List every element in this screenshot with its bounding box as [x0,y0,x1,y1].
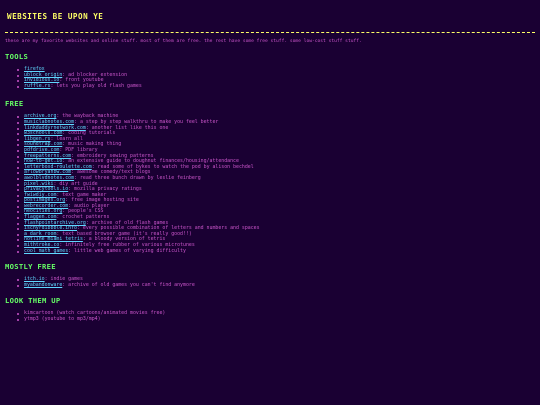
page: WEBSITES BE UPON YE these are my favorit… [0,0,540,323]
list-item: ruffle.rs: lets you play old flash games [17,82,535,90]
link-description: : little web games of varying difficulty [68,247,186,254]
page-title: WEBSITES BE UPON YE [7,12,104,21]
link-cool-math-games[interactable]: cool math games [24,248,68,254]
section-heading-mostly-free: MOSTLY FREE [5,262,56,272]
tools-list: firefox ublock origin: ad blocker extens… [17,66,535,90]
section-heading-look-them-up: LOOK THEM UP [5,296,61,306]
list-item: myabandonware: archive of old games you … [17,281,535,289]
section-look-them-up: LOOK THEM UP kimcartoon (watch cartoons/… [5,296,535,322]
section-heading-tools: TOOLS [5,52,29,61]
mostly-free-list: itch.io: indie games myabandonware: arch… [17,276,535,289]
item-text: ytmp3 (youtube to mp3/mp4) [24,316,101,322]
section-heading-free: FREE [5,99,24,109]
link-myabandonware[interactable]: myabandonware [24,282,62,288]
section-mostly-free: MOSTLY FREE itch.io: indie games myaband… [5,262,535,288]
link-description: : archive of old games you can't find an… [62,281,195,288]
link-description: : lets you play old flash games [50,82,142,89]
section-tools: TOOLS firefox ublock origin: ad blocker … [5,52,535,89]
free-list: archive.org: the wayback machine musicla… [17,114,535,254]
section-free: FREE archive.org: the wayback machine mu… [5,99,535,254]
look-them-up-list: kimcartoon (watch cartoons/animated movi… [17,311,535,322]
list-item: cool math games: little web games of var… [17,247,535,255]
intro-text: these are my favorite websites and onlin… [5,39,362,44]
list-item: ytmp3 (youtube to mp3/mp4) [17,316,535,323]
title-divider [5,32,535,33]
link-ruffle[interactable]: ruffle.rs [24,83,51,89]
